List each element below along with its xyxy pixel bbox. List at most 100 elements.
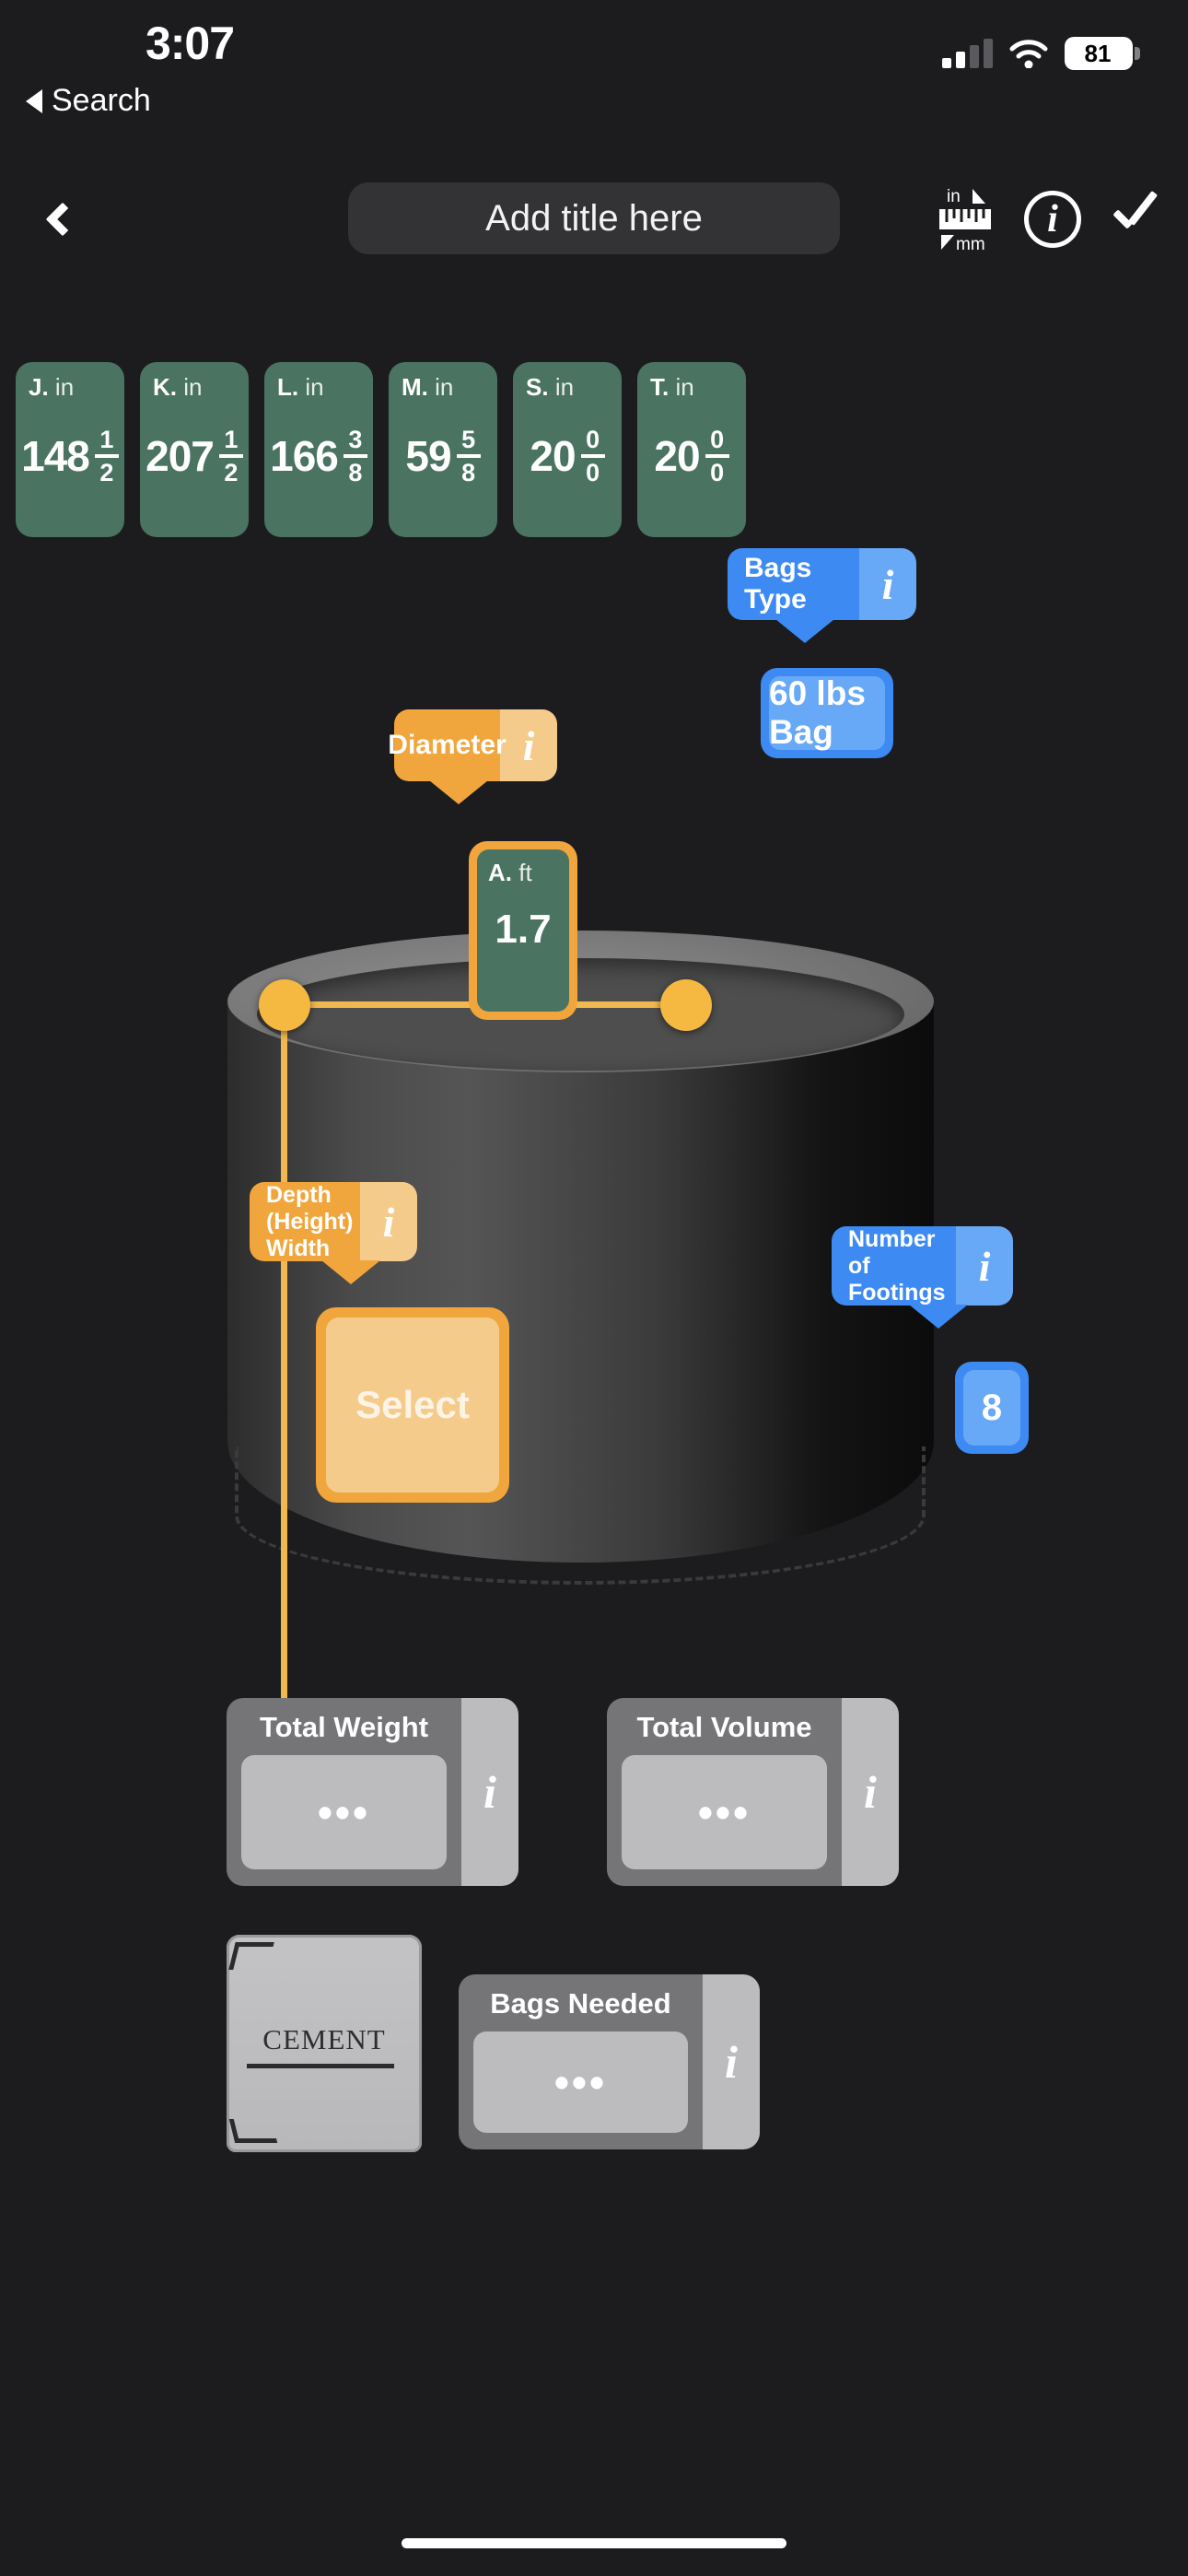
diameter-value-chip[interactable]: A. ft 1.7 [469,841,577,1020]
diameter-chip-value: 1.7 [495,907,552,952]
bags-needed-info-icon[interactable]: i [703,1974,760,2149]
diameter-chip-inner: A. ft 1.7 [477,849,569,1012]
chip-fraction: 0 0 [705,427,729,486]
chip-letter: J. [29,373,49,401]
chip-fraction: 5 8 [456,427,481,486]
total-weight-value[interactable]: ••• [241,1755,447,1869]
measurement-chip[interactable]: J. in 148 1 2 [16,362,124,537]
chip-whole: 148 [21,432,90,481]
depth-width-select-button[interactable]: Select [316,1307,509,1503]
select-button-label: Select [326,1317,499,1493]
diameter-label: Diameter [388,709,507,781]
battery-percent: 81 [1084,39,1112,67]
info-circle-icon[interactable]: i [1024,191,1081,248]
total-volume-info-icon[interactable]: i [842,1698,899,1886]
bags-needed-value[interactable]: ••• [473,2032,688,2133]
back-to-search-label: Search [52,83,151,118]
chip-letter: L. [277,373,299,401]
ruler-in-mm-icon[interactable]: in mm [932,185,998,254]
chip-header: J. in [29,373,111,402]
navigation-bar: Add title here in mm i [0,175,1188,267]
tooltip-arrow-icon [775,619,834,643]
bags-needed-card: Bags Needed ••• i [459,1974,760,2149]
total-weight-label: Total Weight [259,1711,429,1743]
chip-fraction: 3 8 [343,427,367,486]
chip-letter: A. [488,859,512,886]
chip-unit: in [54,373,75,401]
bag-corner-bottom-icon [228,2119,278,2143]
footings-value-button[interactable]: 8 [955,1362,1029,1454]
status-time: 3:07 [145,18,235,69]
bags-type-value-button[interactable]: 60 lbs Bag [761,668,893,758]
chip-whole: 20 [530,432,576,481]
chip-unit: in [305,373,324,401]
checkmark-icon[interactable] [1107,192,1162,247]
chip-header: A. ft [488,859,558,887]
chip-whole: 207 [146,432,215,481]
dimension-handle-top-right[interactable] [660,979,712,1031]
measurement-chip[interactable]: M. in 59 5 8 [389,362,497,537]
total-weight-main: Total Weight ••• [227,1698,461,1886]
chip-unit: in [554,373,575,401]
measurement-chip[interactable]: S. in 20 0 0 [513,362,622,537]
chip-letter: K. [153,373,177,401]
bags-type-info-icon[interactable]: i [859,548,916,620]
footings-label: Number of Footings [832,1226,956,1306]
chip-fraction: 1 2 [218,427,243,486]
total-volume-value[interactable]: ••• [622,1755,827,1869]
bags-type-label: Bags Type [728,548,859,620]
status-bar: 3:07 81 [0,0,1188,111]
footings-tooltip: Number of Footings i [832,1226,1013,1329]
chip-value: 148 1 2 [16,427,124,486]
title-placeholder: Add title here [485,197,703,239]
chip-unit: ft [518,859,532,886]
cylinder-top-inner [257,958,904,1071]
back-button[interactable] [26,182,99,256]
depth-width-info-icon[interactable]: i [360,1182,417,1261]
chip-letter: M. [402,373,428,401]
bags-type-value: 60 lbs Bag [769,674,885,751]
nav-actions: in mm i [932,182,1162,256]
cement-bag-underline [247,2064,394,2068]
bags-needed-label: Bags Needed [490,1987,671,2020]
home-indicator[interactable] [402,2538,786,2548]
measurement-chip[interactable]: T. in 20 0 0 [637,362,746,537]
cylinder-shape [227,931,934,1636]
depth-width-tooltip: Depth (Height) Width i [250,1182,417,1284]
chip-letter: T. [650,373,670,401]
footings-value: 8 [963,1370,1020,1446]
chip-letter: S. [526,373,549,401]
chip-value: 207 1 2 [140,427,249,486]
title-input[interactable]: Add title here [348,182,840,254]
triangle-left-icon [26,88,42,113]
chip-value: 59 5 8 [389,427,497,486]
measurement-chips-row[interactable]: J. in 148 1 2 K. in 207 1 2 L. in 166 3 … [0,362,1188,543]
chip-whole: 166 [270,432,339,481]
chip-fraction: 0 0 [580,427,605,486]
diameter-info-icon[interactable]: i [500,709,557,781]
total-weight-info-icon[interactable]: i [461,1698,518,1886]
battery-icon: 81 [1065,37,1140,70]
status-icons: 81 [942,37,1140,70]
wifi-icon [1009,39,1048,69]
svg-text:in: in [947,187,961,206]
cement-bag-illustration: CEMENT [227,1935,422,2152]
measurement-chip[interactable]: K. in 207 1 2 [140,362,249,537]
svg-text:mm: mm [956,235,985,253]
measurement-chip[interactable]: L. in 166 3 8 [264,362,373,537]
total-weight-card: Total Weight ••• i [227,1698,518,1886]
chip-header: M. in [402,373,484,402]
height-dimension-line [281,1001,287,1789]
chip-header: L. in [277,373,360,402]
diameter-tooltip: Diameter i [388,709,557,804]
depth-width-label: Depth (Height) Width [250,1182,360,1261]
bag-corner-top-icon [228,1942,274,1970]
bags-needed-main: Bags Needed ••• [459,1974,703,2149]
chip-value: 20 0 0 [513,427,622,486]
dimension-handle-top-left[interactable] [259,979,310,1031]
bags-type-tooltip: Bags Type i [728,548,916,643]
chip-header: S. in [526,373,609,402]
back-to-search-link[interactable]: Search [26,83,151,119]
chip-whole: 59 [405,432,451,481]
footings-info-icon[interactable]: i [956,1226,1013,1306]
